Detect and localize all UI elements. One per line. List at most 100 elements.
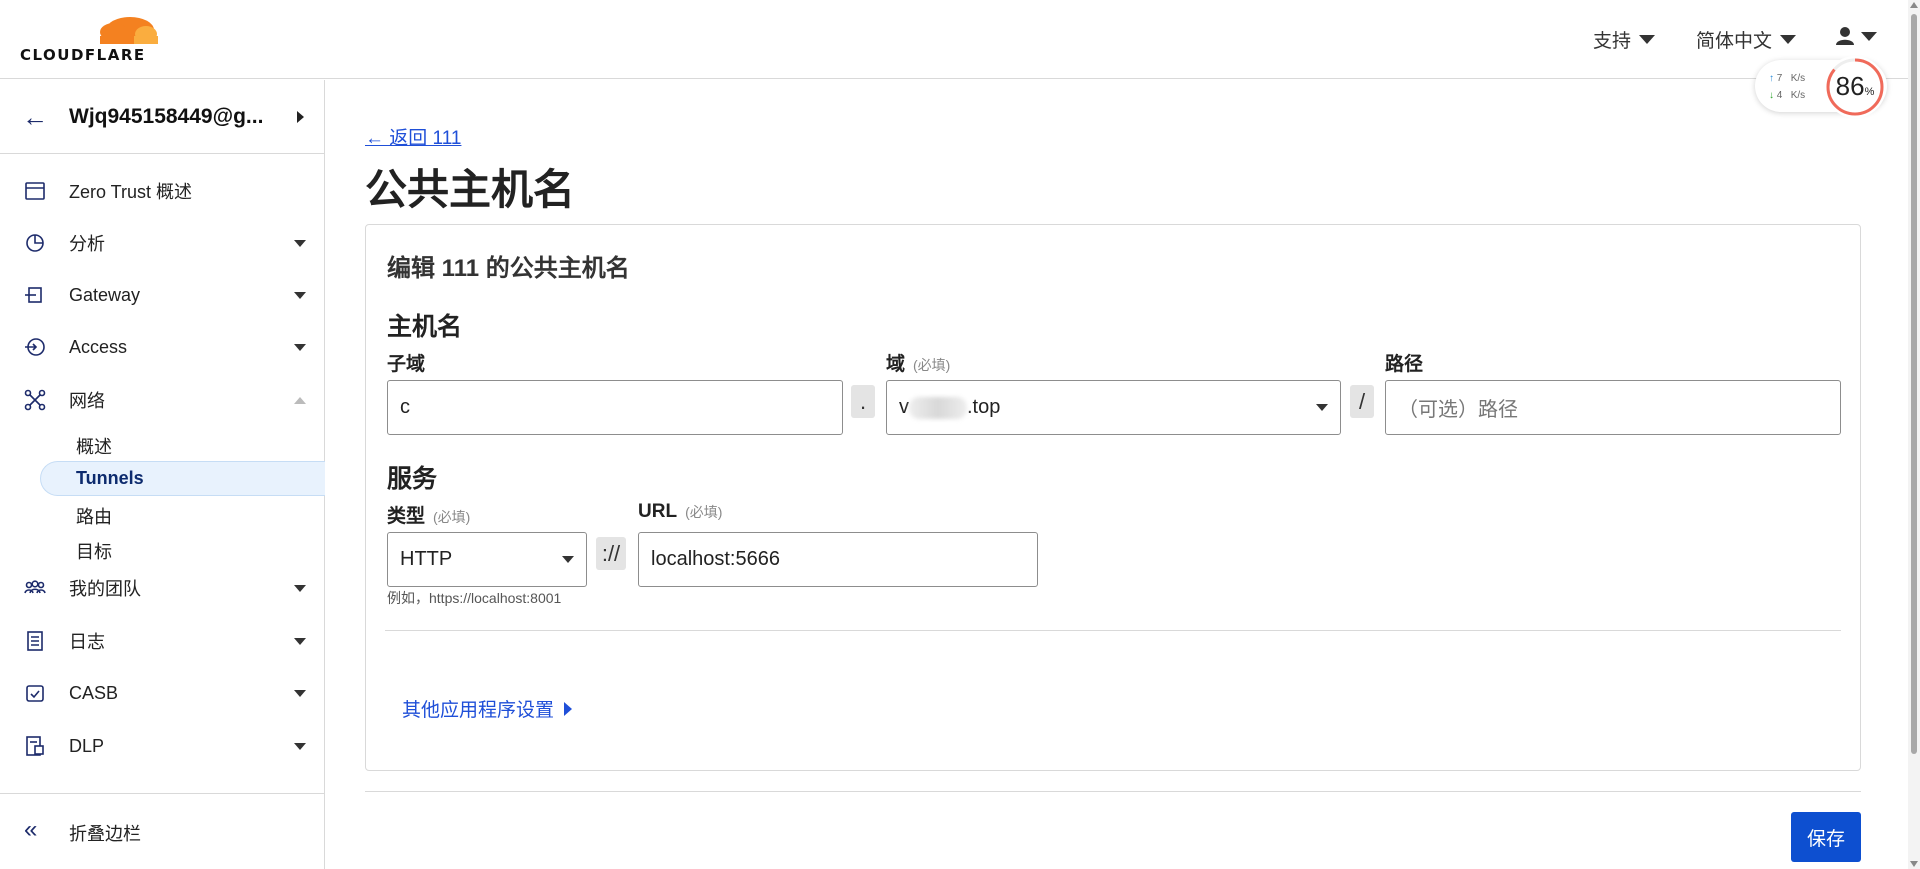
chevron-down-icon [294, 742, 306, 750]
sidebar-item-label: Access [69, 336, 128, 357]
sidebar-item-logs[interactable]: 日志 [0, 619, 324, 663]
sidebar-item-label: DLP [69, 735, 105, 756]
language-label: 简体中文 [1696, 31, 1773, 52]
support-menu[interactable]: 支持 [1593, 26, 1656, 53]
browser-window-icon [25, 182, 45, 200]
service-section-title: 服务 [387, 465, 438, 493]
support-label: 支持 [1593, 31, 1632, 52]
card-title: 编辑 111 的公共主机名 [387, 255, 630, 282]
sidebar-item-network[interactable]: 网络 [0, 378, 324, 422]
chevron-right-icon [564, 701, 573, 716]
logs-icon [27, 631, 43, 651]
chevron-down-icon [294, 637, 306, 645]
chevron-down-icon [294, 239, 306, 247]
sidebar-item-overview[interactable]: Zero Trust 概述 [0, 169, 324, 213]
gateway-icon [25, 287, 42, 303]
sidebar-item-label: 日志 [69, 632, 105, 652]
speed-readout: ↑ 7 K/s ↓ 4 K/s [1769, 70, 1805, 104]
save-button[interactable]: 保存 [1791, 812, 1861, 862]
domain-value-suffix: .top [967, 396, 1001, 418]
sidebar-subitem-routes[interactable]: 路由 [76, 503, 112, 529]
usage-percent: 86% [1835, 71, 1875, 101]
sidebar-item-analytics[interactable]: 分析 [0, 221, 324, 265]
redacted-text [909, 396, 967, 419]
cloud-logo-icon [100, 17, 158, 44]
sidebar-item-label: 我的团队 [69, 579, 141, 599]
path-input[interactable]: （可选）路径 [1385, 380, 1841, 435]
download-unit: K/s [1790, 90, 1806, 101]
service-url-input[interactable]: localhost:5666 [638, 532, 1038, 587]
chevron-right-icon [297, 111, 304, 123]
upload-arrow-icon: ↑ [1769, 73, 1774, 84]
page-scrollbar[interactable] [1908, 0, 1920, 869]
chevron-down-icon [294, 291, 306, 299]
download-value: 4 [1776, 90, 1783, 101]
user-icon [1836, 27, 1854, 45]
sidebar-subitem-overview[interactable]: 概述 [76, 433, 112, 459]
scroll-down-icon[interactable] [1910, 861, 1918, 867]
network-icon [24, 389, 46, 411]
user-menu[interactable] [1835, 26, 1877, 46]
path-placeholder: （可选）路径 [1398, 399, 1518, 421]
language-menu[interactable]: 简体中文 [1696, 26, 1797, 53]
network-speed-widget[interactable]: ↑ 7 K/s ↓ 4 K/s 86% [1755, 56, 1887, 118]
hostname-section-title: 主机名 [387, 313, 463, 341]
chevron-down-icon [1780, 35, 1797, 44]
sidebar-item-dlp[interactable]: DLP [0, 724, 324, 768]
dlp-icon [26, 736, 44, 756]
sidebar-subitem-targets[interactable]: 目标 [76, 538, 112, 564]
sidebar-subitem-label: Tunnels [76, 468, 144, 488]
sidebar-item-access[interactable]: Access [0, 325, 324, 369]
chevron-down-icon [294, 689, 306, 697]
download-arrow-icon: ↓ [1769, 90, 1774, 101]
chevron-up-icon [294, 396, 306, 404]
scroll-up-icon[interactable] [1910, 2, 1918, 8]
top-header: CLOUDFLARE 支持 简体中文 [0, 0, 1908, 79]
subdomain-label: 子域 [387, 354, 426, 375]
access-icon [25, 338, 45, 356]
account-switcher[interactable]: ← Wjq945158449@g... [0, 80, 324, 154]
chevron-down-icon [1639, 35, 1656, 44]
chevron-down-icon [562, 556, 574, 563]
path-label: 路径 [1385, 354, 1424, 375]
domain-select[interactable]: v .top [886, 380, 1341, 435]
domain-label: 域 (必填) [886, 354, 951, 375]
usage-gauge: 86% [1824, 56, 1886, 118]
collapse-sidebar-label: 折叠边栏 [69, 824, 141, 844]
sidebar-item-label: 分析 [69, 234, 105, 254]
domain-value-prefix: v [899, 396, 909, 418]
service-type-select[interactable]: HTTP [387, 532, 587, 587]
edit-hostname-card: 编辑 111 的公共主机名 主机名 子域 c . 域 (必填) v .top / … [365, 224, 1861, 771]
divider [385, 630, 1841, 631]
back-arrow-icon[interactable]: ← [22, 102, 48, 133]
account-name: Wjq945158449@g... [69, 105, 264, 128]
additional-app-settings-label: 其他应用程序设置 [402, 700, 555, 721]
casb-icon [26, 685, 44, 702]
chevron-down-icon [1861, 31, 1877, 41]
service-url-value: localhost:5666 [651, 548, 780, 570]
scheme-separator: :// [596, 537, 626, 570]
collapse-sidebar-button[interactable]: « 折叠边栏 [0, 793, 324, 869]
team-icon [24, 580, 46, 594]
page-title: 公共主机名 [365, 166, 576, 213]
sidebar-item-label: Zero Trust 概述 [69, 182, 193, 202]
back-link[interactable]: ← 返回 111 [365, 123, 461, 150]
slash-separator: / [1350, 385, 1374, 418]
pie-chart-icon [26, 234, 44, 252]
cloudflare-logo[interactable]: CLOUDFLARE [20, 10, 158, 64]
sidebar-item-casb[interactable]: CASB [0, 671, 324, 715]
chevron-down-icon [294, 343, 306, 351]
sidebar-item-gateway[interactable]: Gateway [0, 273, 324, 317]
additional-app-settings-toggle[interactable]: 其他应用程序设置 [402, 695, 573, 722]
chevron-down-icon [294, 584, 306, 592]
subdomain-value: c [400, 396, 410, 418]
sidebar-item-my-team[interactable]: 我的团队 [0, 566, 324, 610]
sidebar-item-label: 网络 [69, 391, 105, 411]
logo-wordmark: CLOUDFLARE [20, 46, 146, 64]
upload-unit: K/s [1790, 73, 1806, 84]
double-chevron-left-icon: « [24, 816, 38, 843]
dot-separator: . [851, 385, 875, 418]
scrollbar-thumb[interactable] [1911, 14, 1917, 754]
subdomain-input[interactable]: c [387, 380, 843, 435]
sidebar-subitem-tunnels[interactable]: Tunnels [40, 461, 325, 496]
